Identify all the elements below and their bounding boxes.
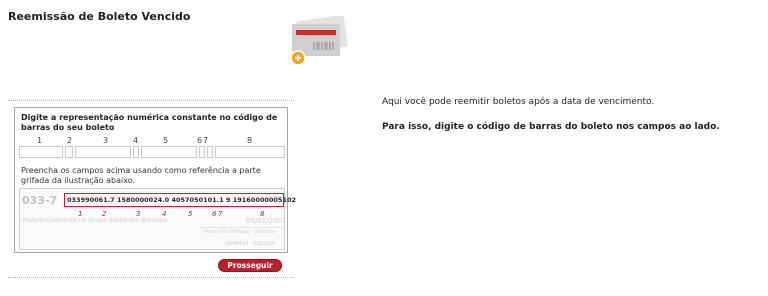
- ref-number-7: 7: [218, 210, 223, 218]
- barcode-field-2[interactable]: [65, 146, 73, 158]
- faded-account-numbers: 8000414 · 0001158: [226, 241, 276, 247]
- help-text: Aqui você pode reemitir boletos após a d…: [382, 97, 655, 107]
- form-heading: Digite a representação numérica constant…: [21, 113, 278, 132]
- barcode-field-4[interactable]: [133, 146, 139, 158]
- boleto-form: Digite a representação numérica constant…: [8, 100, 296, 278]
- field-number-5: 5: [163, 136, 169, 145]
- field-number-7: 7: [203, 136, 209, 145]
- faded-address: Posto Vila Olímpia - Cedente: [204, 229, 276, 235]
- prosseguir-button[interactable]: Prosseguir: [218, 259, 282, 272]
- field-number-8: 8: [247, 136, 253, 145]
- field-number-1: 1: [37, 136, 43, 145]
- form-panel: Digite a representação numérica constant…: [14, 107, 296, 253]
- barcode-line: 033990061.7 1580000024.0 4057050101.1 9 …: [67, 196, 297, 204]
- help-instruction: Para isso, digite o código de barras do …: [382, 122, 720, 132]
- field-number-6: 6: [197, 136, 203, 145]
- faded-separator: [200, 227, 284, 228]
- form-instruction: Preencha os campos acima usando como ref…: [21, 166, 261, 185]
- bank-code: 033-7: [22, 194, 58, 207]
- field-number-4: 4: [133, 136, 139, 145]
- faded-due-date: 05/01/2007: [246, 217, 287, 225]
- barcode-field-5[interactable]: [141, 146, 197, 158]
- page-title: Reemissão de Boleto Vencido: [8, 10, 191, 23]
- boleto-reissue-icon: [290, 16, 348, 66]
- barcode-field-1[interactable]: [19, 146, 63, 158]
- field-number-3: 3: [103, 136, 109, 145]
- barcode-field-3[interactable]: [75, 146, 131, 158]
- faded-bank-text: Preferencialmente no Grupo Santander Ban…: [22, 217, 168, 224]
- boleto-illustration: 033-7 033990061.7 1580000024.0 405705010…: [19, 188, 296, 250]
- barcode-field-8[interactable]: [215, 146, 285, 158]
- ref-number-5: 5: [188, 210, 193, 218]
- field-number-2: 2: [67, 136, 73, 145]
- barcode-field-7[interactable]: [207, 146, 213, 158]
- barcode-field-6[interactable]: [199, 146, 205, 158]
- ref-number-6: 6: [212, 210, 217, 218]
